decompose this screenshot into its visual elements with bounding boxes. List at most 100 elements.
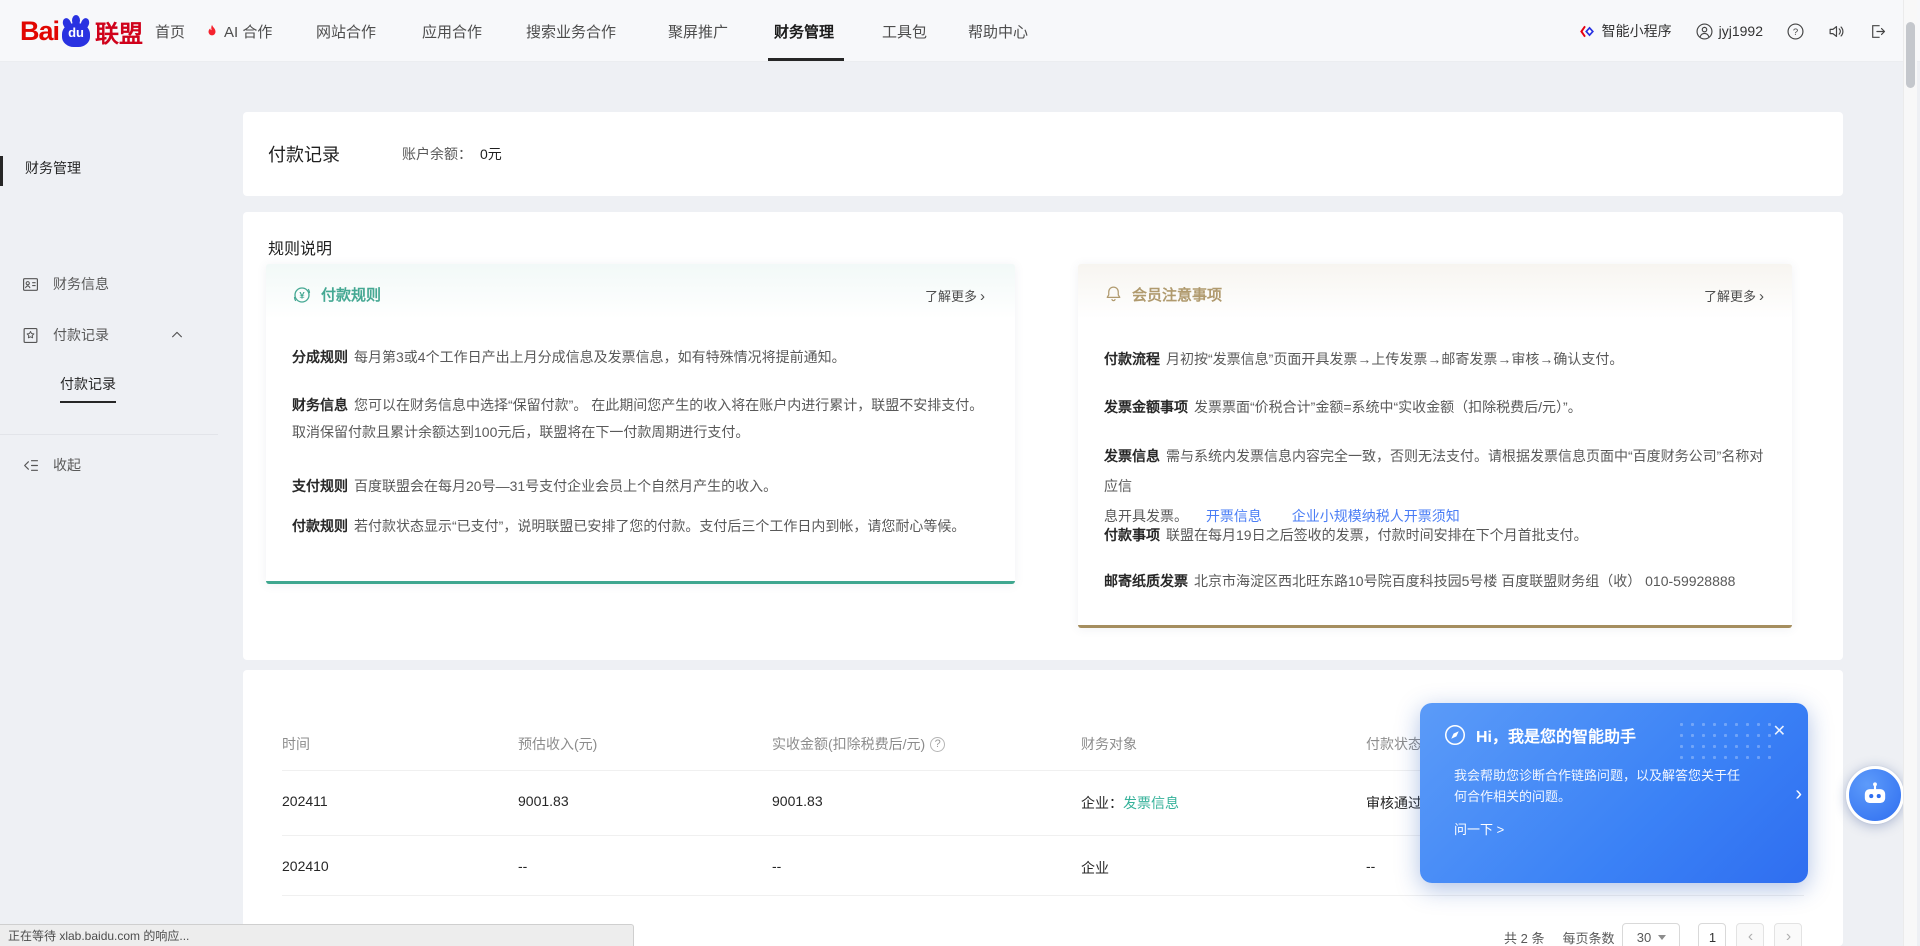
nav-item-website[interactable]: 网站合作 — [316, 0, 376, 62]
assistant-message: 我会帮助您诊断合作链路问题，以及解答您关于任何合作相关的问题。 — [1454, 765, 1772, 807]
assistant-float-button[interactable] — [1846, 766, 1904, 824]
col-header-time: 时间 — [282, 734, 310, 754]
sidebar-active-indicator — [0, 156, 3, 186]
row-separator — [282, 895, 1804, 896]
paw-icon: du — [60, 15, 92, 47]
row1-finance-target: 企业：发票信息 — [1081, 793, 1179, 813]
pagination: 共 2 条 每页条数 30 1 ‹ › — [1504, 923, 1802, 946]
payment-rules-header: ¥ 付款规则 — [292, 284, 381, 305]
row2-time: 202410 — [282, 858, 329, 874]
col-header-received: 实收金额(扣除税费后/元) ? — [772, 734, 945, 754]
next-page-button[interactable]: › — [1774, 923, 1802, 946]
member-notes-panel: 会员注意事项 了解更多› 付款流程月初按“发票信息”页面开具发票→上传发票→邮寄… — [1078, 264, 1792, 628]
payment-rules-panel: ¥ 付款规则 了解更多› 分成规则每月第3或4个工作日产出上月分成信息及发票信息… — [266, 264, 1015, 584]
balance-label: 账户余额： — [402, 146, 472, 162]
col-header-estimated: 预估收入(元) — [518, 734, 597, 754]
rule-share: 分成规则每月第3或4个工作日产出上月分成信息及发票信息，如有特殊情况将提前通知。 — [292, 344, 846, 371]
popup-right-arrow-icon: › — [1795, 783, 1802, 806]
close-icon[interactable]: ✕ — [1773, 721, 1786, 741]
prev-page-button[interactable]: ‹ — [1736, 923, 1764, 946]
balance-value: 0元 — [480, 146, 502, 162]
logout-icon[interactable] — [1869, 23, 1886, 40]
nav-item-finance[interactable]: 财务管理 — [774, 0, 834, 62]
miniapp-diamond-icon — [1579, 23, 1596, 40]
assistant-popup-header: Hi，我是您的智能助手 — [1444, 723, 1636, 747]
user-account[interactable]: jyj1992 — [1696, 23, 1763, 40]
assistant-title: Hi，我是您的智能助手 — [1476, 723, 1636, 747]
column-help-icon[interactable]: ? — [930, 737, 945, 752]
topbar-right-cluster: 智能小程序 jyj1992 ? — [1579, 0, 1886, 62]
sound-icon[interactable] — [1828, 23, 1845, 40]
sidebar-item-finance-info[interactable]: 财务信息 — [22, 274, 109, 294]
sidebar-divider — [0, 434, 218, 435]
chevron-right-icon: › — [1759, 288, 1764, 305]
status-text: 正在等待 xlab.baidu.com 的响应... — [8, 927, 189, 944]
sidebar-subitem-payment-records[interactable]: 付款记录 — [60, 374, 116, 403]
flame-icon — [205, 24, 219, 38]
vertical-scrollbar-thumb[interactable] — [1906, 22, 1915, 88]
sidebar-item-payment-records[interactable]: 付款记录 — [22, 325, 109, 345]
payment-records-header-card: 付款记录 账户余额： 0元 — [243, 112, 1843, 196]
row2-estimated: -- — [518, 858, 527, 874]
note-invoice-info: 发票信息需与系统内发票信息内容完全一致，否则无法支付。请根据发票信息页面中“百度… — [1104, 441, 1770, 531]
page-number-1[interactable]: 1 — [1698, 923, 1726, 946]
help-icon[interactable]: ? — [1787, 23, 1804, 40]
rule-finance-info: 财务信息您可以在财务信息中选择“保留付款”。 在此期间您产生的收入将在账户内进行… — [292, 392, 992, 446]
browser-status-bar: 正在等待 xlab.baidu.com 的响应... — [0, 924, 634, 946]
note-invoice-amount: 发票金额事项发票票面“价税合计”金额=系统中“实收金额（扣除税费后/元）”。 — [1104, 394, 1582, 421]
coin-yen-icon: ¥ — [292, 285, 312, 305]
sidebar-collapse-button[interactable]: 收起 — [22, 455, 81, 475]
note-payment-matter: 付款事项联盟在每月19日之后签收的发票，付款时间安排在下个月首批支付。 — [1104, 522, 1588, 549]
chevron-up-icon[interactable] — [170, 328, 184, 342]
baidu-union-logo[interactable]: Bai du 联盟 — [20, 14, 143, 48]
user-icon — [1696, 23, 1713, 40]
certificate-star-icon — [22, 327, 39, 344]
chevron-down-icon — [1658, 935, 1666, 940]
collapse-icon — [22, 457, 39, 474]
page-size-select[interactable]: 30 — [1622, 923, 1680, 946]
svg-text:?: ? — [1793, 26, 1798, 37]
id-card-icon — [22, 276, 39, 293]
nav-item-screen-promo[interactable]: 聚屏推广 — [668, 0, 728, 62]
logo-text-union: 联盟 — [95, 14, 143, 49]
payment-rules-more-link[interactable]: 了解更多› — [925, 286, 985, 305]
nav-item-search-business[interactable]: 搜索业务合作 — [526, 0, 616, 62]
svg-text:¥: ¥ — [299, 290, 305, 301]
invoice-info-table-link[interactable]: 发票信息 — [1123, 795, 1179, 811]
compass-icon — [1444, 724, 1466, 746]
row2-finance-target: 企业 — [1081, 858, 1109, 878]
sidebar: 财务管理 财务信息 付款记录 付款记录 — [0, 62, 218, 946]
bell-icon — [1104, 285, 1123, 304]
row1-received: 9001.83 — [772, 793, 823, 809]
vertical-scrollbar-track[interactable] — [1903, 0, 1917, 946]
col-header-finance-target: 财务对象 — [1081, 734, 1137, 754]
page-title: 付款记录 — [268, 141, 340, 167]
row2-status: -- — [1366, 858, 1375, 874]
active-nav-underline — [768, 58, 844, 61]
nav-item-home[interactable]: 首页 — [155, 0, 185, 62]
member-notes-more-link[interactable]: 了解更多› — [1704, 286, 1764, 305]
logo-text-du: du — [62, 25, 90, 40]
ask-now-link[interactable]: 问一下 > — [1454, 819, 1504, 838]
top-navigation-bar: Bai du 联盟 首页 AI 合作 网站合作 应用合作 搜索业务合作 聚屏推广… — [0, 0, 1920, 62]
rule-payment-status: 付款规则若付款状态显示“已支付”，说明联盟已安排了您的付款。支付后三个工作日内到… — [292, 513, 965, 540]
row1-estimated: 9001.83 — [518, 793, 569, 809]
nav-item-app[interactable]: 应用合作 — [422, 0, 482, 62]
note-payment-flow: 付款流程月初按“发票信息”页面开具发票→上传发票→邮寄发票→审核→确认支付。 — [1104, 346, 1623, 373]
sidebar-section-finance[interactable]: 财务管理 — [25, 158, 81, 178]
nav-item-toolkit[interactable]: 工具包 — [882, 0, 927, 62]
member-notes-header: 会员注意事项 — [1104, 284, 1222, 305]
chevron-right-icon: › — [980, 288, 985, 305]
assistant-popup: Hi，我是您的智能助手 ✕ 我会帮助您诊断合作链路问题，以及解答您关于任何合作相… — [1420, 703, 1808, 883]
col-header-status: 付款状态 — [1366, 734, 1422, 754]
account-balance: 账户余额： 0元 — [402, 144, 502, 164]
pagination-total: 共 2 条 — [1504, 928, 1544, 946]
smart-miniapp-entry[interactable]: 智能小程序 — [1579, 21, 1672, 41]
row1-time: 202411 — [282, 793, 328, 809]
rules-card: 规则说明 ¥ 付款规则 了解更多› 分成规则每月第3或4个工作日产出上月分成信息… — [243, 212, 1843, 660]
nav-item-help-center[interactable]: 帮助中心 — [968, 0, 1028, 62]
screen: Bai du 联盟 首页 AI 合作 网站合作 应用合作 搜索业务合作 聚屏推广… — [0, 0, 1920, 946]
robot-icon — [1860, 780, 1890, 810]
nav-item-ai[interactable]: AI 合作 — [205, 0, 272, 62]
page-size-label: 每页条数 — [1562, 928, 1614, 946]
